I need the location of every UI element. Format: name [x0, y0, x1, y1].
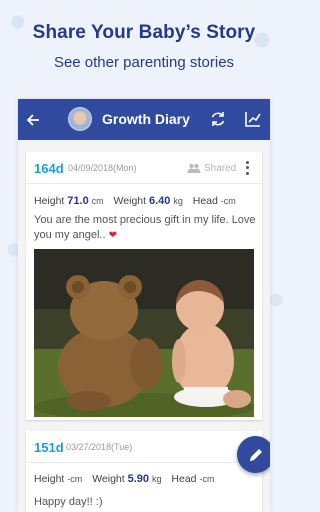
- entry-date: 03/27/2018(Tue): [66, 442, 133, 452]
- entry-date: 04/09/2018(Mon): [68, 163, 137, 173]
- entry-days: 164d: [34, 161, 64, 176]
- promo-headline: Share Your Baby’s Story: [32, 22, 256, 43]
- people-icon: [187, 163, 201, 173]
- app-title: Growth Diary: [102, 111, 190, 127]
- entry-photo[interactable]: [34, 249, 254, 417]
- entry-days: 151d: [34, 440, 64, 455]
- weight-value: 5.90: [127, 473, 150, 485]
- diary-entry-card[interactable]: 151d 03/27/2018(Tue) Height -cm Weight 5…: [26, 431, 262, 512]
- entry-header: 164d 04/09/2018(Mon) Shared: [26, 152, 262, 184]
- head-label: Head: [171, 473, 197, 485]
- shared-label: Shared: [204, 163, 237, 174]
- promo-subheadline: See other parenting stories: [53, 54, 235, 71]
- more-dot-icon: [245, 161, 249, 165]
- weight-unit: kg: [173, 196, 183, 206]
- more-dot-icon: [245, 166, 249, 170]
- more-options-button[interactable]: [242, 160, 252, 176]
- entry-header: 151d 03/27/2018(Tue): [26, 431, 262, 463]
- measurements-row: Height -cm Weight 5.90 kg Head -cm: [34, 473, 214, 485]
- measurements-row: Height 71.0 cm Weight 6.40 kg Head -cm: [34, 195, 236, 207]
- height-label: Height: [34, 195, 65, 207]
- entry-note: You are the most precious gift in my lif…: [34, 213, 256, 243]
- diary-entry-card[interactable]: 164d 04/09/2018(Mon) Shared Height 71.0 …: [26, 152, 262, 420]
- height-value: 71.0: [67, 195, 89, 207]
- more-dot-icon: [245, 171, 249, 175]
- promo-header: Share Your Baby’s Story See other parent…: [0, 22, 288, 71]
- weight-unit: kg: [151, 474, 162, 484]
- kiss-emoji-icon: ❤: [108, 230, 117, 241]
- teddy-bear-and-baby-image: [34, 249, 254, 417]
- sync-icon[interactable]: [209, 110, 227, 128]
- height-unit: cm: [91, 196, 104, 206]
- height-unit: cm: [70, 474, 83, 484]
- pencil-icon: [249, 448, 262, 461]
- entry-note: Happy day!! :): [34, 496, 103, 508]
- app-screen: Growth Diary 164d 04/09/2018(Mon) Shared…: [18, 99, 270, 512]
- baby-avatar[interactable]: [68, 107, 92, 131]
- back-button[interactable]: [18, 99, 48, 140]
- weight-value: 6.40: [148, 195, 171, 207]
- head-unit: cm: [202, 474, 215, 484]
- head-label: Head: [192, 195, 218, 207]
- height-label: Height: [34, 473, 65, 485]
- entry-note-text: You are the most precious gift in my lif…: [34, 214, 256, 241]
- back-arrow-icon: [26, 113, 39, 126]
- app-bar: Growth Diary: [18, 99, 270, 140]
- weight-label: Weight: [92, 473, 125, 485]
- weight-label: Weight: [113, 195, 147, 207]
- head-unit: cm: [223, 196, 236, 206]
- write-entry-button[interactable]: [237, 436, 270, 473]
- growth-chart-icon[interactable]: [244, 110, 262, 128]
